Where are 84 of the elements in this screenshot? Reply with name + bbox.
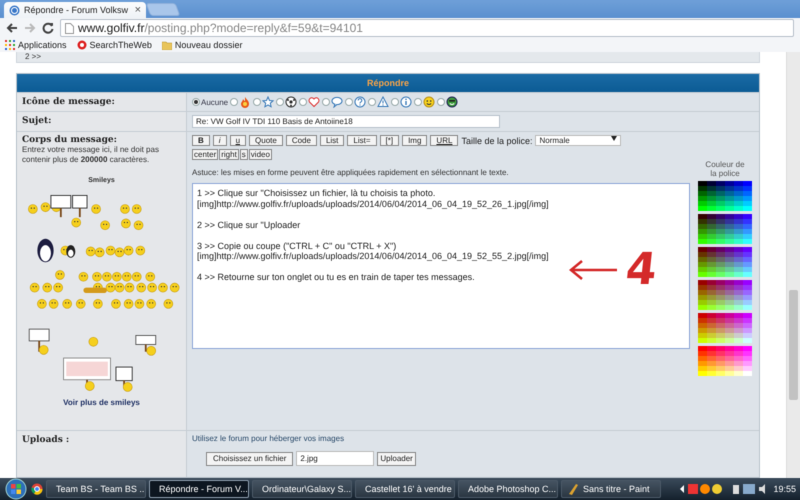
format-button[interactable]: right xyxy=(219,149,239,160)
color-palette[interactable] xyxy=(698,181,752,376)
bookmark[interactable]: SearchTheWeb xyxy=(76,40,152,50)
format-button[interactable]: [*] xyxy=(380,135,400,146)
smileys-drawing[interactable] xyxy=(28,194,180,392)
radio-button[interactable] xyxy=(345,98,354,106)
format-button[interactable]: URL xyxy=(430,135,458,146)
taskbar-item[interactable]: Sans titre - Paint xyxy=(561,480,661,498)
flame-icon xyxy=(239,96,252,108)
warning-icon xyxy=(377,96,390,108)
format-button[interactable]: center xyxy=(192,149,218,160)
format-button[interactable]: List= xyxy=(347,135,377,146)
field-label: Uploads : xyxy=(22,435,70,445)
format-button[interactable]: Img xyxy=(402,135,428,146)
ball-icon xyxy=(285,96,298,108)
smiley-icon xyxy=(423,96,436,108)
taskbar-item[interactable]: Ordinateur\Galaxy S... xyxy=(252,480,352,498)
question-icon xyxy=(354,96,366,108)
address-bar[interactable]: www.golfiv.fr/posting.php?mode=reply&f=59&t=94101 xyxy=(60,19,794,37)
format-button[interactable]: u xyxy=(230,135,246,146)
bookmark[interactable]: Nouveau dossier xyxy=(162,40,242,50)
star-icon xyxy=(262,96,274,108)
arrow-annotation xyxy=(568,259,618,281)
font-size-label: Taille de la police: xyxy=(461,136,532,146)
info-icon xyxy=(400,96,412,108)
field-label: Corps du message: xyxy=(22,135,118,145)
page-icon xyxy=(65,22,74,34)
sunglasses-smiley-icon xyxy=(446,96,458,108)
subject-field[interactable]: Re: VW Golf IV TDI 110 Basis de Antoiine18 xyxy=(192,115,500,128)
apps-grid-icon xyxy=(5,40,15,50)
format-button[interactable]: Code xyxy=(286,135,317,146)
taskbar-item[interactable]: Castellet 16' à vendre xyxy=(355,480,455,498)
bookmark[interactable]: Applications xyxy=(5,40,67,50)
start-button[interactable] xyxy=(4,478,28,500)
format-button[interactable]: B xyxy=(192,135,210,146)
radio-button[interactable] xyxy=(276,98,284,106)
tab-close-button[interactable]: × xyxy=(134,4,141,16)
formatting-hint: Astuce: les mises en forme peuvent être appliquées rapidement en sélectionnant le texte. xyxy=(192,168,510,177)
color-label: Couleur de la police xyxy=(705,160,745,178)
radio-button[interactable] xyxy=(192,98,200,106)
radio-button[interactable] xyxy=(414,98,422,106)
choose-file-button[interactable]: Choisissez un fichier xyxy=(206,452,294,466)
format-button[interactable]: List xyxy=(320,135,344,146)
format-button[interactable]: video xyxy=(248,149,272,160)
radio-button[interactable] xyxy=(253,98,262,106)
uploads-hint: Utilisez le forum pour héberger vos images xyxy=(192,434,346,443)
new-tab-button[interactable] xyxy=(146,3,180,16)
radio-button[interactable] xyxy=(299,98,308,106)
clock: 19:55 xyxy=(773,484,796,494)
taskbar-item[interactable]: Team BS - Team BS ... xyxy=(46,480,146,498)
format-button[interactable]: i xyxy=(212,135,227,146)
field-label: Icône de message: xyxy=(22,97,115,107)
tab-title: Répondre - Forum Volksw xyxy=(24,5,130,15)
radio-button[interactable] xyxy=(391,98,400,106)
forward-icon[interactable] xyxy=(24,22,36,34)
radio-label: Aucune xyxy=(201,98,228,106)
radio-button[interactable] xyxy=(230,98,238,106)
folder-icon xyxy=(162,40,172,50)
field-description: Entrez votre message ici, il ne doit pas contenir plus de 200000 caractères. xyxy=(22,145,160,165)
file-name: 2.jpg xyxy=(296,451,374,466)
taskbar-item[interactable]: Adobe Photoshop C... xyxy=(458,480,558,498)
back-icon[interactable] xyxy=(6,22,18,34)
upload-button[interactable]: Uploader xyxy=(377,452,416,466)
globe-icon xyxy=(9,4,20,16)
reload-icon[interactable] xyxy=(42,22,54,34)
speech-bubble-icon xyxy=(331,96,344,108)
brush-icon xyxy=(567,483,579,495)
annotation-number: 4 xyxy=(624,248,659,292)
chrome-logo-icon[interactable] xyxy=(31,483,43,495)
format-button[interactable]: Quote xyxy=(249,135,283,146)
heart-icon xyxy=(308,96,320,108)
dropdown-caret-icon xyxy=(611,136,618,141)
radio-button[interactable] xyxy=(368,98,376,106)
field-label: Sujet: xyxy=(22,116,52,126)
form-header: Répondre xyxy=(17,74,759,92)
post-text-fragment: 2 >> xyxy=(16,52,760,63)
radio-button[interactable] xyxy=(437,98,446,106)
browser-tab[interactable]: Répondre - Forum Volksw × xyxy=(4,2,146,18)
scrollbar[interactable] xyxy=(786,52,800,478)
font-size-select[interactable]: Normale xyxy=(535,135,622,146)
more-smileys-link[interactable]: Voir plus de smileys xyxy=(22,398,181,407)
radio-button[interactable] xyxy=(322,98,330,106)
taskbar-item[interactable]: Répondre - Forum V... xyxy=(149,480,249,498)
format-button[interactable]: s xyxy=(240,149,248,160)
